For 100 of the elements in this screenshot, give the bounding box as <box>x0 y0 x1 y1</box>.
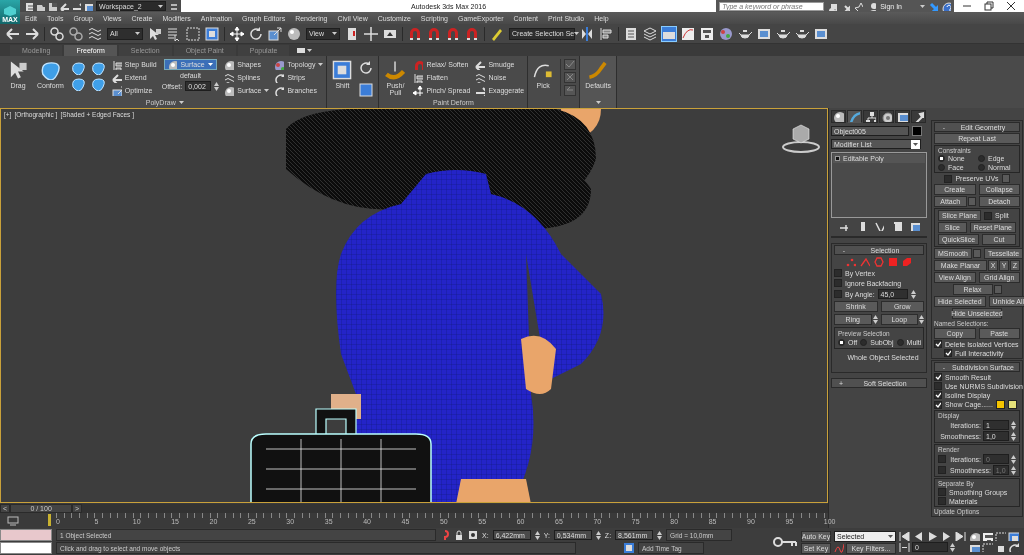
blob-brush-icon[interactable] <box>90 77 107 91</box>
checkbox[interactable] <box>934 340 942 348</box>
checkbox[interactable] <box>944 174 953 183</box>
caret-icon[interactable] <box>888 534 893 538</box>
caret-icon[interactable] <box>913 142 918 146</box>
rotate-icon[interactable] <box>249 26 263 41</box>
panel-options-icon[interactable] <box>297 47 306 54</box>
checkbox[interactable] <box>934 373 942 381</box>
edit-selection-icon[interactable] <box>490 26 504 41</box>
percent-snap-icon[interactable] <box>446 26 460 41</box>
command-panel-tab[interactable] <box>847 110 862 123</box>
sphere-icon[interactable] <box>287 26 301 41</box>
checkbox[interactable] <box>934 400 942 409</box>
tangent-icon[interactable] <box>834 543 844 553</box>
go-to-end-icon[interactable] <box>955 532 966 541</box>
set-key-icon[interactable] <box>772 535 798 549</box>
mini-curve-editor-icon[interactable] <box>7 514 19 527</box>
caret-icon[interactable] <box>318 63 324 66</box>
go-to-start-icon[interactable] <box>899 532 910 541</box>
restore-icon[interactable] <box>984 1 994 11</box>
object-color-swatch[interactable] <box>912 126 922 136</box>
caret-icon[interactable] <box>332 32 337 35</box>
caret-icon[interactable] <box>574 32 580 35</box>
undo-icon[interactable] <box>6 26 20 41</box>
rectangle-region-icon[interactable] <box>186 26 200 41</box>
blob-brush-icon[interactable] <box>90 61 107 75</box>
angle-snap-icon[interactable] <box>427 26 441 41</box>
mirror-icon[interactable] <box>580 26 594 41</box>
script-listener-field[interactable] <box>0 529 52 541</box>
toggle-ribbon-icon[interactable] <box>662 26 676 41</box>
window-crossing-icon[interactable] <box>205 26 219 41</box>
check-button[interactable] <box>564 59 577 70</box>
time-tag-icon[interactable] <box>624 543 634 553</box>
blob-brush-icon[interactable] <box>70 61 87 75</box>
caret-icon[interactable] <box>595 101 601 104</box>
align-icon[interactable] <box>599 26 613 41</box>
radio-button[interactable] <box>838 339 845 346</box>
caret-icon[interactable] <box>920 4 925 8</box>
blob-brush-icon[interactable] <box>70 77 87 91</box>
scale-icon[interactable] <box>268 26 282 41</box>
schematic-view-icon[interactable] <box>700 26 714 41</box>
checkbox[interactable] <box>834 269 842 277</box>
undo-icon <box>565 86 576 94</box>
cage-color-swatch[interactable] <box>1007 400 1017 409</box>
spinner-icon[interactable] <box>657 530 663 540</box>
layer-explorer-icon[interactable] <box>643 26 657 41</box>
next-frame-icon[interactable] <box>941 532 952 541</box>
checkbox[interactable] <box>834 290 842 298</box>
spinner-icon[interactable] <box>1011 420 1016 430</box>
material-editor-icon[interactable] <box>719 26 733 41</box>
select-object-icon[interactable] <box>148 26 162 41</box>
caret-icon[interactable] <box>178 101 184 104</box>
undo-button[interactable] <box>564 85 577 96</box>
caret-icon[interactable] <box>307 49 313 52</box>
spinner-snap-icon[interactable] <box>465 26 479 41</box>
view-cube-icon[interactable] <box>782 124 820 153</box>
lock-icon[interactable] <box>454 530 464 540</box>
spinner-icon[interactable] <box>1011 465 1016 475</box>
snap-icon[interactable] <box>408 26 422 41</box>
spinner-icon[interactable] <box>910 289 916 299</box>
checkbox[interactable] <box>938 488 946 496</box>
checkbox[interactable] <box>938 455 946 463</box>
spinner-icon[interactable] <box>1011 431 1016 441</box>
script-listener-field[interactable] <box>0 542 52 554</box>
exchange-icon[interactable] <box>929 1 938 11</box>
checkbox[interactable] <box>834 279 842 287</box>
checkbox[interactable] <box>934 382 942 390</box>
checkbox[interactable] <box>938 466 946 474</box>
radio-button[interactable] <box>978 164 985 171</box>
spinner-icon[interactable] <box>214 81 220 91</box>
radio-button[interactable] <box>860 339 868 346</box>
checkbox[interactable] <box>934 391 942 399</box>
caret-icon[interactable] <box>264 89 270 92</box>
radio-button[interactable] <box>978 155 985 162</box>
caret-icon[interactable] <box>158 4 163 8</box>
spinner-icon[interactable] <box>950 542 955 552</box>
radio-button[interactable] <box>896 339 904 346</box>
redo-icon[interactable] <box>25 26 39 41</box>
spinner-icon[interactable] <box>595 530 601 540</box>
checkbox[interactable] <box>984 211 993 220</box>
close-icon[interactable] <box>1006 1 1016 11</box>
menu-icon[interactable] <box>169 2 177 10</box>
cross-button[interactable] <box>564 72 577 83</box>
select-by-name-icon[interactable] <box>167 26 181 41</box>
command-panel-tab[interactable] <box>863 110 878 123</box>
spinner-icon[interactable] <box>1011 454 1016 464</box>
caret-icon[interactable] <box>135 32 140 35</box>
radio-button[interactable] <box>938 164 945 171</box>
move-icon[interactable] <box>230 26 244 41</box>
spinner-icon[interactable] <box>534 530 540 540</box>
checkbox[interactable] <box>944 349 952 357</box>
redo-icon[interactable] <box>72 1 81 11</box>
checkbox[interactable] <box>938 497 946 505</box>
caret-icon[interactable] <box>207 63 213 66</box>
cage-color-swatch[interactable] <box>995 400 1005 409</box>
curve-editor-icon[interactable] <box>681 26 695 41</box>
radio-button[interactable] <box>938 155 945 162</box>
square-icon[interactable] <box>359 83 376 99</box>
undo-icon[interactable] <box>60 1 69 11</box>
link-icon[interactable] <box>50 26 64 41</box>
